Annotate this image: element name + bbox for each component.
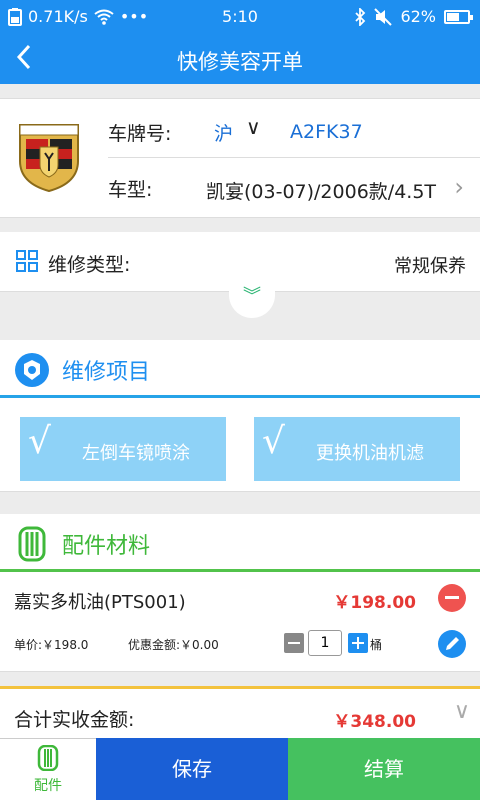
repair-item-label: 左倒车镜喷涂 [82,443,190,464]
nav-bar: 快修美容开单 [0,34,480,84]
chevron-right-icon: › [454,173,464,201]
chevron-down-icon: ∨ [453,699,470,724]
plate-row: 车牌号: 沪 ∨ A2FK37 [108,115,480,155]
repair-item-label: 更换机油机滤 [316,443,424,464]
part-item: 嘉实多机油(PTS001) ￥198.00 单价:￥198.0 优惠金额:￥0.… [0,572,480,672]
remove-part-button[interactable] [438,584,466,612]
car-model-row[interactable]: 车型: 凯宴(03-07)/2006款/4.5T › [108,173,480,213]
save-button[interactable]: 保存 [96,738,288,800]
tab-parts[interactable]: 配件 [0,738,96,800]
part-name: 嘉实多机油(PTS001) [14,592,186,613]
plate-label: 车牌号: [108,123,172,145]
porsche-logo-icon [19,124,79,193]
repair-item-button[interactable]: √ 左倒车镜喷涂 [20,417,226,481]
tire-icon [18,526,46,562]
status-bar: 0.71K/s ••• 5:10 62% [0,0,480,34]
divider [108,157,480,158]
car-info-card: 车牌号: 沪 ∨ A2FK37 车型: 凯宴(03-07)/2006款/4.5T… [0,98,480,218]
province-select[interactable]: 沪 [214,119,233,146]
increase-quantity-button[interactable] [348,633,368,653]
checkout-button[interactable]: 结算 [288,738,480,800]
page-title: 快修美容开单 [177,50,303,74]
repair-item-button[interactable]: √ 更换机油机滤 [254,417,460,481]
repair-type-value: 常规保养 [394,256,466,277]
total-label: 合计实收金额: [14,709,135,731]
plate-number-input[interactable]: A2FK37 [290,121,363,143]
status-right: 62% [354,7,473,26]
car-model-label: 车型: [108,179,153,201]
quantity-input[interactable] [308,630,342,656]
edit-part-button[interactable] [438,630,466,658]
expand-chevron-button[interactable]: ︾ [229,282,275,318]
total-amount: ￥348.00 [333,712,416,732]
bottom-toolbar: 配件 保存 结算 [0,738,480,800]
repair-items-list: √ 左倒车镜喷涂 √ 更换机油机滤 [0,398,480,492]
province-dropdown-icon[interactable]: ∨ [246,115,261,139]
tab-parts-label: 配件 [34,778,62,794]
unit-price: 单价:￥198.0 [14,638,89,652]
pencil-icon [446,637,459,650]
battery-icon [444,9,473,24]
repair-type-label: 维修类型: [48,254,131,276]
quantity-unit: 桶 [370,638,383,652]
battery-percent: 62% [400,7,436,26]
decrease-quantity-button[interactable] [284,633,304,653]
repair-items-header: 维修项目 [0,340,480,398]
car-model-value: 凯宴(03-07)/2006款/4.5T [206,181,437,203]
mute-icon [374,7,393,26]
part-price: ￥198.00 [333,593,416,613]
parts-header: 配件材料 [0,514,480,572]
grid-icon [16,250,38,272]
wrench-icon [15,353,49,387]
tire-icon [37,745,59,771]
repair-items-title: 维修项目 [62,360,151,385]
total-row[interactable]: 合计实收金额: ￥348.00 ∨ [0,686,480,740]
discount-amount: 优惠金额:￥0.00 [128,638,219,652]
parts-title: 配件材料 [62,534,151,559]
bluetooth-icon [355,7,366,26]
